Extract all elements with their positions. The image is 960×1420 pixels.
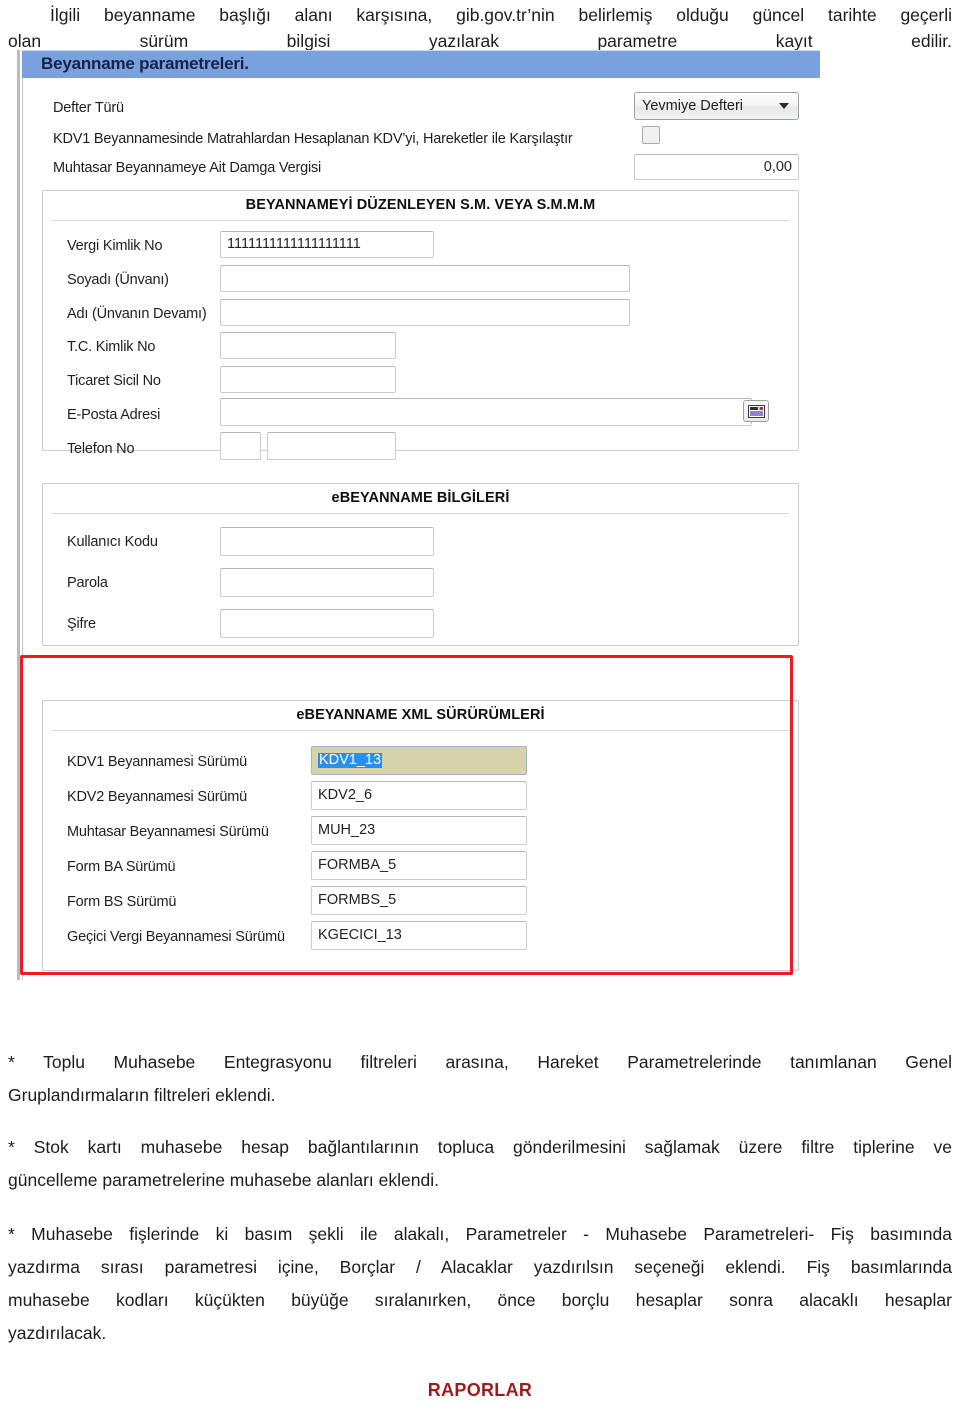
muhtasar-surum-value: MUH_23 <box>318 822 376 839</box>
xml-surumleri-panel: eBEYANNAME XML SÜRÜRÜMLERİ KDV1 Beyannam… <box>42 700 799 971</box>
vergi-kimlik-no-input[interactable]: 1111111111111111111 <box>220 231 434 258</box>
note-1-line-2: Gruplandırmaların filtreleri eklendi. <box>8 1085 276 1105</box>
parola-label: Parola <box>67 575 108 591</box>
telefon-no-label: Telefon No <box>67 441 135 457</box>
form-ba-surum-input[interactable]: FORMBA_5 <box>311 851 527 880</box>
note-2-line-2: güncelleme parametrelerine muhasebe alan… <box>8 1170 439 1190</box>
application-window: Beyanname parametreleri. Defter Türü Yev… <box>16 50 820 980</box>
form-body: Defter Türü Yevmiye Defteri KDV1 Beyanna… <box>22 78 820 980</box>
eposta-adresi-input[interactable] <box>220 398 752 426</box>
page-root: İlgili beyanname başlığı alanı karşısına… <box>0 0 960 1420</box>
xml-surumleri-panel-title: eBEYANNAME XML SÜRÜRÜMLERİ <box>296 707 545 723</box>
damga-vergisi-label: Muhtasar Beyannameye Ait Damga Vergisi <box>53 160 322 176</box>
telefon-no-input[interactable] <box>267 432 396 460</box>
note-2-line-1: * Stok kartı muhasebe hesap bağlantıları… <box>8 1137 952 1157</box>
adi-unvanin-devami-input[interactable] <box>220 299 630 326</box>
telefon-alan-kodu-input[interactable] <box>220 432 261 460</box>
duzenleyen-panel-title: BEYANNAMEYİ DÜZENLEYEN S.M. VEYA S.M.M.M <box>245 197 596 213</box>
note-3-line-3: muhasebe kodları küçükten büyüğe sıralan… <box>8 1290 952 1310</box>
email-icon-button[interactable] <box>743 400 769 422</box>
kullanici-kodu-label: Kullanıcı Kodu <box>67 534 158 550</box>
vergi-kimlik-no-label: Vergi Kimlik No <box>67 238 163 254</box>
note-3-line-4: yazdırılacak. <box>8 1323 107 1343</box>
kdv1-surum-value: KDV1_13 <box>318 752 383 769</box>
note-3-line-2: yazdırma sırası parametresi içine, Borçl… <box>8 1257 952 1277</box>
eposta-adresi-label: E-Posta Adresi <box>67 407 161 423</box>
defter-turu-dropdown[interactable]: Yevmiye Defteri <box>634 92 799 120</box>
note-1-line-1: * Toplu Muhasebe Entegrasyonu filtreleri… <box>8 1052 952 1072</box>
form-bs-surum-label: Form BS Sürümü <box>67 894 177 910</box>
sifre-input[interactable] <box>220 609 434 638</box>
form-bs-surum-value: FORMBS_5 <box>318 892 397 909</box>
kdv2-surum-label: KDV2 Beyannamesi Sürümü <box>67 789 247 805</box>
defter-turu-label: Defter Türü <box>53 100 124 116</box>
kullanici-kodu-input[interactable] <box>220 527 434 556</box>
muhtasar-surum-input[interactable]: MUH_23 <box>311 816 527 845</box>
gecici-vergi-surum-input[interactable]: KGECICI_13 <box>311 921 527 950</box>
xml-surumleri-panel-rule <box>52 730 789 731</box>
duzenleyen-panel-rule <box>52 220 789 221</box>
kdv1-compare-label: KDV1 Beyannamesinde Matrahlardan Hesapla… <box>53 131 573 147</box>
window-title: Beyanname parametreleri. <box>41 54 249 73</box>
soyadi-unvani-input[interactable] <box>220 265 630 292</box>
envelope-icon <box>747 404 765 418</box>
kdv2-surum-value: KDV2_6 <box>318 787 373 804</box>
raporlar-heading: RAPORLAR <box>427 1380 533 1400</box>
intro-line-1: İlgili beyanname başlığı alanı karşısına… <box>50 5 952 25</box>
tc-kimlik-no-label: T.C. Kimlik No <box>67 339 156 355</box>
adi-unvanin-devami-label: Adı (Ünvanın Devamı) <box>67 306 207 322</box>
duzenleyen-panel: BEYANNAMEYİ DÜZENLEYEN S.M. VEYA S.M.M.M… <box>42 190 799 460</box>
ticaret-sicil-no-input[interactable] <box>220 366 396 393</box>
note-2: * Stok kartı muhasebe hesap bağlantıları… <box>8 1131 952 1197</box>
kdv1-compare-checkbox[interactable] <box>642 126 660 144</box>
vergi-kimlik-no-value: 1111111111111111111 <box>227 236 361 253</box>
parola-input[interactable] <box>220 568 434 597</box>
form-ba-surum-value: FORMBA_5 <box>318 857 397 874</box>
window-titlebar: Beyanname parametreleri. <box>22 50 820 78</box>
ebeyanname-panel-rule <box>52 513 789 514</box>
kdv1-surum-input[interactable]: KDV1_13 <box>311 746 527 775</box>
ebeyanname-panel-title: eBEYANNAME BİLGİLERİ <box>331 490 510 506</box>
chevron-down-icon <box>779 103 789 109</box>
ticaret-sicil-no-label: Ticaret Sicil No <box>67 373 161 389</box>
muhtasar-surum-label: Muhtasar Beyannamesi Sürümü <box>67 824 269 840</box>
form-ba-surum-label: Form BA Sürümü <box>67 859 176 875</box>
gecici-vergi-surum-label: Geçici Vergi Beyannamesi Sürümü <box>67 929 285 945</box>
note-1: * Toplu Muhasebe Entegrasyonu filtreleri… <box>8 1046 952 1112</box>
defter-turu-value: Yevmiye Defteri <box>642 98 744 114</box>
soyadi-unvani-label: Soyadı (Ünvanı) <box>67 272 169 288</box>
kdv1-surum-label: KDV1 Beyannamesi Sürümü <box>67 754 247 770</box>
gecici-vergi-surum-value: KGECICI_13 <box>318 927 402 944</box>
form-bs-surum-input[interactable]: FORMBS_5 <box>311 886 527 915</box>
note-3-line-1: * Muhasebe fişlerinde ki basım şekli ile… <box>8 1224 952 1244</box>
kdv2-surum-input[interactable]: KDV2_6 <box>311 781 527 810</box>
window-left-rail <box>16 50 21 980</box>
note-3: * Muhasebe fişlerinde ki basım şekli ile… <box>8 1218 952 1350</box>
damga-vergisi-input[interactable]: 0,00 <box>634 154 799 180</box>
sifre-label: Şifre <box>67 616 96 632</box>
damga-vergisi-value: 0,00 <box>763 158 792 175</box>
intro-paragraph: İlgili beyanname başlığı alanı karşısına… <box>8 2 952 54</box>
ebeyanname-panel: eBEYANNAME BİLGİLERİ Kullanıcı Kodu Paro… <box>42 483 799 646</box>
tc-kimlik-no-input[interactable] <box>220 332 396 359</box>
